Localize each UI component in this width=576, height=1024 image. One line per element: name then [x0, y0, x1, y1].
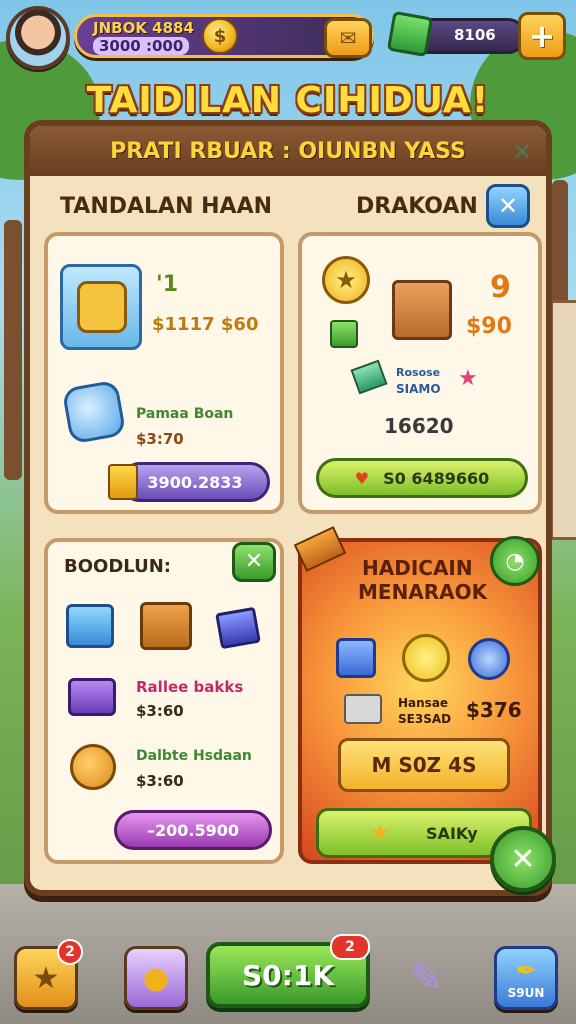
wand-icon: ✎ — [409, 955, 443, 1001]
ribbon-icon — [293, 526, 347, 572]
player-name: JNBOK 4884 — [93, 19, 194, 37]
offer-title: HADICAIN — [362, 556, 473, 580]
nav-center-label: S0:1K — [241, 958, 335, 992]
shop-panel: PRATI RBUAR : OIUNBN YASS ✕ TANDALAN HAA… — [24, 120, 552, 896]
center-badge: 2 — [330, 934, 370, 960]
right-column-title: DRAKOAN — [356, 194, 478, 219]
card-close-button[interactable]: ✕ — [232, 542, 276, 582]
pet-icon: ● — [142, 960, 170, 996]
nav-quest-label: S9UN — [507, 986, 545, 1000]
cookie-item-icon — [60, 264, 142, 350]
ticket-icon — [350, 359, 388, 395]
nav-chest-button[interactable]: ★ 2 — [14, 939, 83, 1010]
blob-creature-icon — [61, 379, 127, 445]
treasure-chest-icon — [140, 602, 192, 650]
nav-center-button[interactable]: S0:1K 2 — [206, 934, 370, 1008]
offer-price-button[interactable]: M S0Z 4S — [338, 738, 510, 792]
buy-button[interactable]: 3900.2833 — [120, 462, 270, 502]
blue-close-button[interactable]: ✕ — [486, 184, 530, 228]
puzzle-icon — [336, 638, 376, 678]
nav-quest-button[interactable]: ✒ S9UN — [494, 946, 558, 1010]
floating-close-button[interactable]: ✕ — [490, 826, 556, 892]
shop-card-bottom-left[interactable]: BOODLUN: ✕ Rallee bakks $3:60 Dalbte Hsd… — [44, 538, 284, 864]
quill-icon: ✒ — [515, 956, 537, 986]
page-title: TAIDILAN CIHIDUA! — [86, 80, 490, 121]
buy-button-label: S0 6489660 — [383, 468, 490, 488]
photo-frame-icon — [215, 606, 261, 650]
buy-button-label: –200.5900 — [146, 820, 239, 840]
item-quantity: '1 — [156, 272, 179, 297]
featured-offer-card[interactable]: HADICAIN MENARAOK ◔ Hansae SE3SAD $376 M… — [293, 526, 542, 864]
star-coin-icon: ★ — [322, 256, 370, 304]
star-icon: ★ — [458, 366, 478, 391]
item-total: 16620 — [384, 414, 454, 438]
panel-header: PRATI RBUAR : OIUNBN YASS ✕ — [30, 126, 546, 176]
timer-icon: ◔ — [490, 536, 540, 586]
gift-icon[interactable]: ✉ — [324, 18, 372, 58]
player-coins: 3000 :000 — [93, 37, 190, 55]
gift-box-icon — [392, 280, 452, 340]
offer-price-label: M S0Z 4S — [371, 753, 477, 777]
item-note: Rosose — [396, 366, 441, 379]
gem-icon — [386, 10, 434, 58]
item-price: $90 — [466, 314, 512, 339]
gift-box-icon — [66, 604, 114, 648]
basket-icon: ★ — [32, 960, 60, 996]
item-desc: Hansae — [398, 696, 449, 710]
close-icon: ✕ — [244, 549, 264, 574]
green-cube-icon — [330, 320, 358, 348]
item-price: $3:60 — [136, 702, 184, 720]
left-column-title: TANDALAN HAAN — [60, 194, 273, 219]
gem-count: 8106 — [454, 26, 496, 44]
item-price: $3:60 — [136, 772, 184, 790]
item-name: Pamaa Boan — [136, 406, 234, 422]
add-currency-button[interactable]: + — [518, 12, 566, 60]
buy-button[interactable]: –200.5900 — [114, 810, 272, 850]
item-name: Rallee bakks — [136, 678, 244, 696]
coin-icon — [468, 638, 510, 680]
creature-icon — [70, 744, 116, 790]
star-icon: ★ — [370, 820, 391, 846]
coin-icon: $ — [202, 18, 238, 54]
tools-icon — [344, 694, 382, 724]
item-name: Dalbte Hsdaan — [136, 748, 252, 764]
heart-icon: ♥ — [354, 468, 370, 488]
chest-badge: 2 — [57, 939, 83, 965]
item-quantity: 9 — [490, 270, 511, 305]
offer-title: MENARAOK — [358, 580, 488, 604]
item-price: $1117 $60 — [152, 314, 259, 335]
camera-icon — [68, 678, 116, 716]
buy-button[interactable]: ♥ S0 6489660 — [316, 458, 528, 498]
shop-card-top-right[interactable]: ★ 9 $90 Rosose SIAMO ★ 16620 ♥ S0 648966… — [298, 232, 542, 514]
item-price: $376 — [466, 698, 522, 722]
item-note: SIAMO — [396, 382, 441, 396]
buy-button-label: 3900.2833 — [147, 472, 243, 492]
nav-pet-button[interactable]: ● — [124, 946, 188, 1010]
lemon-icon — [402, 634, 450, 682]
shopping-bag-icon — [108, 464, 138, 500]
card-title: BOODLUN: — [64, 556, 171, 577]
item-price: $3:70 — [136, 430, 184, 448]
shop-card-top-left[interactable]: '1 $1117 $60 Pamaa Boan $3:70 3900.2833 — [44, 232, 284, 514]
claim-button-label: SAIKy — [426, 823, 478, 843]
player-avatar[interactable] — [6, 6, 70, 70]
top-hud: JNBOK 4884 3000 :000 $ ✉ 8106 + — [6, 6, 570, 70]
nav-tool-button[interactable]: ✎ — [394, 946, 458, 1010]
panel-subtitle: PRATI RBUAR : OIUNBN YASS — [110, 138, 466, 164]
item-desc: SE3SAD — [398, 712, 452, 726]
panel-close-button[interactable]: ✕ — [508, 138, 536, 166]
